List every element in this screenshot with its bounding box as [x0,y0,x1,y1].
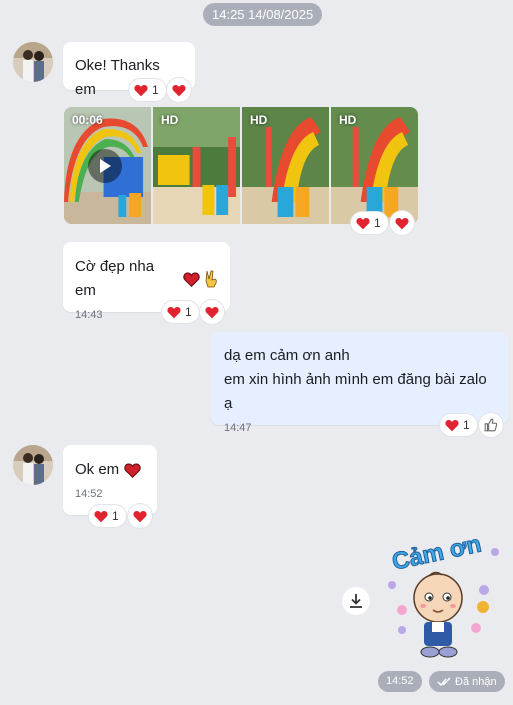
heart-icon [167,306,181,318]
heart-icon [133,510,147,522]
reaction-count[interactable]: 1 [129,79,166,101]
reaction-number: 1 [463,418,470,432]
reaction-count[interactable]: 1 [440,414,477,436]
heart-icon [134,84,148,96]
sticker-image: Cảm ơn [388,530,499,658]
thank-you-sticker[interactable]: Cảm ơn [380,530,508,666]
download-button[interactable] [342,587,370,615]
peace-hand-emoji-icon [205,270,217,288]
reaction-number: 1 [152,83,159,97]
heart-icon [94,510,108,522]
thumbs-up-icon [484,418,498,432]
reaction-number: 1 [374,216,381,230]
hd-badge: HD [339,113,357,127]
react-button[interactable] [167,78,191,102]
heart-emoji-icon [183,272,200,287]
heart-icon [356,217,370,229]
photo-thumbnail[interactable]: HD [242,107,329,224]
heart-emoji-icon [124,463,141,478]
date-separator: 14:25 14/08/2025 [203,3,323,26]
message-text-line: em xin hình ảnh mình em đăng bài zalo ạ [224,371,487,412]
play-icon[interactable] [88,149,122,183]
photo-thumbnail[interactable]: HD [331,107,418,224]
reaction-number: 1 [185,305,192,319]
heart-icon [172,84,186,96]
heart-icon [205,306,219,318]
photo-thumbnail[interactable]: HD [153,107,240,224]
reaction-count[interactable]: 1 [89,505,126,527]
video-duration: 00:06 [72,113,103,127]
media-gallery: 00:06 HD HD HD [64,107,418,224]
heart-icon [395,217,409,229]
my-message-bubble[interactable]: dạ em cảm ơn anh em xin hình ảnh mình em… [211,332,508,434]
sticker-time: 14:52 [378,671,422,692]
reaction-count[interactable]: 1 [162,301,199,323]
message-text: Oke! Thanks em [75,57,160,98]
message-time: 14:52 [75,488,103,500]
sticker-text: Cảm ơn [390,531,484,576]
reaction-count[interactable]: 1 [351,212,388,234]
reaction-number: 1 [112,509,119,523]
react-button[interactable] [200,300,224,324]
double-check-icon [437,676,451,686]
react-button[interactable] [390,211,414,235]
message-text-line: dạ em cảm ơn anh [224,347,350,364]
like-button[interactable] [479,413,503,437]
download-icon [350,594,362,608]
heart-icon [445,419,459,431]
delivery-status: Đã nhận [429,671,505,692]
message-text: Ok em [75,461,120,478]
avatar-photo [13,42,53,82]
status-text: Đã nhận [455,675,497,688]
contact-avatar[interactable] [13,445,53,485]
video-thumbnail[interactable]: 00:06 [64,107,151,224]
avatar-photo [13,445,53,485]
hd-badge: HD [250,113,268,127]
react-button[interactable] [128,504,152,528]
contact-avatar[interactable] [13,42,53,82]
message-text: Cờ đẹp nha em [75,258,155,299]
hd-badge: HD [161,113,179,127]
